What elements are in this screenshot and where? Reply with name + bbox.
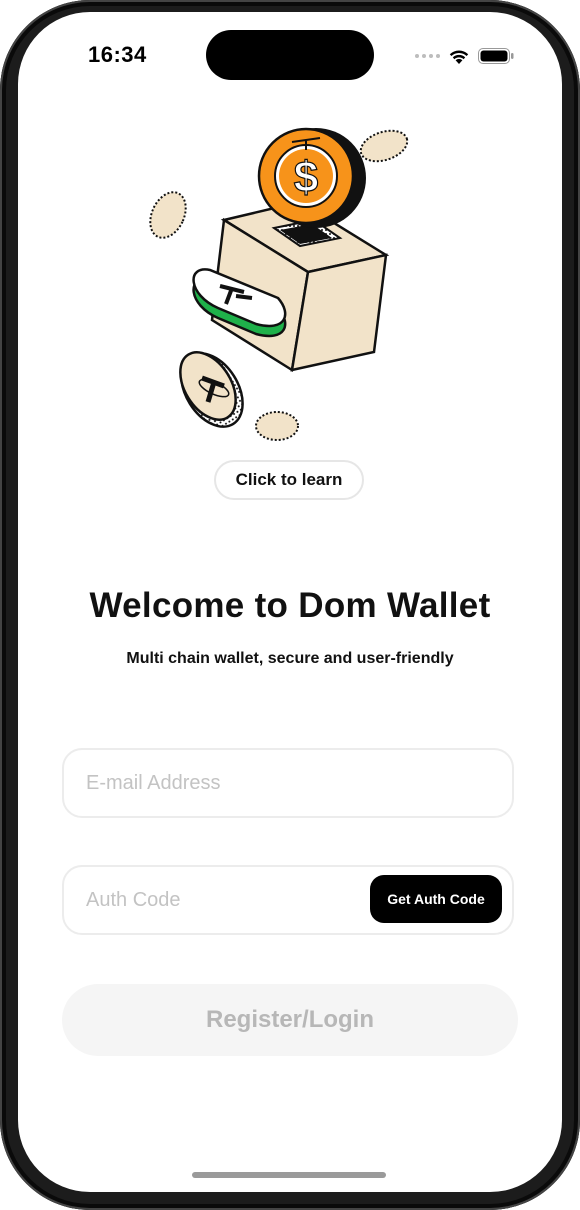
register-login-button[interactable]: Register/Login [62, 984, 518, 1056]
status-icons [415, 46, 514, 66]
signal-dots-icon [415, 54, 440, 58]
welcome-title: Welcome to Dom Wallet [89, 586, 491, 625]
dynamic-island [206, 30, 374, 80]
auth-code-field-container: Get Auth Code [62, 865, 514, 935]
phone-frame: 16:34 $ Click to learn Welcome to Dom Wa… [0, 0, 580, 1210]
svg-text:$: $ [294, 153, 318, 202]
email-field-container [62, 748, 514, 818]
auth-code-input[interactable] [86, 867, 346, 933]
email-input[interactable] [86, 750, 346, 816]
status-time: 16:34 [88, 42, 147, 67]
welcome-subtitle: Multi chain wallet, secure and user-frie… [126, 650, 454, 667]
get-auth-code-button[interactable]: Get Auth Code [370, 875, 502, 923]
wifi-icon [449, 50, 469, 64]
click-to-learn-button[interactable]: Click to learn [214, 460, 364, 500]
wallet-illustration: $ [149, 127, 409, 441]
app-screen: 16:34 $ Click to learn Welcome to Dom Wa… [18, 12, 562, 1192]
home-indicator[interactable] [192, 1172, 386, 1178]
battery-icon [478, 48, 514, 64]
